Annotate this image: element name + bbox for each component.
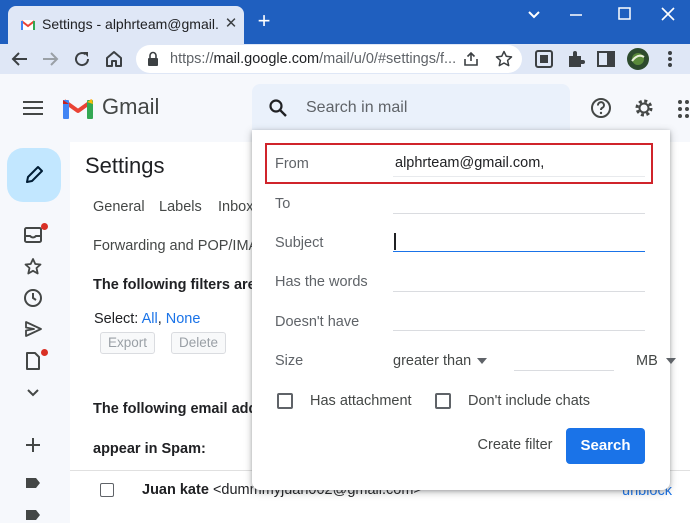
url-scheme: https:// — [170, 51, 214, 67]
dont-include-chats-checkbox[interactable] — [435, 393, 451, 409]
lock-icon[interactable] — [146, 51, 160, 67]
blocked-heading-cont: appear in Spam: — [93, 441, 206, 457]
settings-gear-icon[interactable] — [633, 97, 655, 119]
dont-include-chats-label: Don't include chats — [468, 393, 591, 409]
inbox-unread-dot — [41, 223, 48, 230]
minimize-icon[interactable] — [562, 4, 590, 24]
export-button[interactable]: Export — [100, 332, 156, 354]
side-panel-icon[interactable] — [594, 47, 618, 71]
size-label: Size — [275, 353, 304, 369]
main-menu-icon[interactable] — [22, 98, 44, 118]
page-title: Settings — [85, 153, 165, 178]
search-icon[interactable] — [268, 98, 288, 118]
help-icon[interactable] — [590, 97, 612, 119]
tab-search-chevron-icon[interactable] — [520, 4, 548, 24]
address-bar[interactable]: https://mail.google.com/mail/u/0/#settin… — [136, 45, 522, 73]
home-icon[interactable] — [102, 47, 126, 71]
starred-icon[interactable] — [22, 256, 44, 278]
size-operator-select[interactable]: greater than — [393, 348, 491, 372]
more-chevron-icon[interactable] — [22, 382, 44, 404]
profile-avatar-icon[interactable] — [626, 47, 650, 71]
drafts-dot — [41, 349, 48, 356]
size-unit-value: MB — [636, 353, 658, 369]
text-caret — [394, 233, 396, 250]
url-path: /mail/u/0/#settings/f... — [319, 51, 457, 67]
filters-heading: The following filters are — [93, 277, 256, 293]
to-label: To — [275, 196, 291, 212]
select-label: Select: All, None — [94, 311, 200, 327]
window-close-icon[interactable] — [654, 4, 682, 24]
has-words-label: Has the words — [275, 274, 368, 290]
size-unit-select[interactable]: MB — [636, 348, 676, 372]
gmail-wordmark: Gmail — [102, 94, 160, 119]
blocked-heading: The following email add — [93, 401, 258, 417]
create-filter-button[interactable]: Create filter — [460, 427, 570, 463]
blocked-name: Juan kate — [142, 482, 209, 498]
snoozed-clock-icon[interactable] — [22, 287, 44, 309]
left-nav-rail — [0, 142, 70, 523]
url-text: https://mail.google.com/mail/u/0/#settin… — [170, 51, 456, 67]
extensions-puzzle-icon[interactable] — [564, 47, 588, 71]
search-button[interactable]: Search — [566, 428, 645, 464]
create-label-plus-icon[interactable] — [22, 434, 44, 456]
from-label: From — [275, 156, 309, 172]
new-tab-icon[interactable]: + — [252, 10, 276, 34]
select-separator: , — [157, 311, 162, 327]
unit-dropdown-arrow-icon — [666, 358, 676, 364]
delete-button[interactable]: Delete — [171, 332, 227, 354]
tab-general[interactable]: General — [93, 199, 145, 215]
select-all-link[interactable]: All — [142, 311, 158, 327]
compose-button[interactable] — [7, 148, 61, 202]
tab-forwarding[interactable]: Forwarding and POP/IMA — [93, 238, 258, 254]
select-none-link[interactable]: None — [166, 311, 201, 327]
tab-inbox[interactable]: Inbox — [218, 199, 253, 215]
to-input[interactable] — [393, 192, 645, 214]
tab-title: Settings - alphrteam@gmail.com — [42, 16, 218, 32]
gmail-favicon-icon — [20, 20, 36, 30]
size-value-input[interactable] — [514, 349, 614, 371]
screenshot-extension-icon[interactable] — [532, 47, 556, 71]
subject-input[interactable] — [393, 230, 645, 252]
search-options-panel: From alphrteam@gmail.com, To Subject Has… — [252, 130, 676, 490]
tab-close-icon[interactable]: ✕ — [222, 15, 240, 33]
reload-icon[interactable] — [70, 47, 94, 71]
has-attachment-checkbox[interactable] — [277, 393, 293, 409]
back-icon[interactable] — [8, 47, 32, 71]
browser-toolbar: https://mail.google.com/mail/u/0/#settin… — [0, 44, 690, 74]
browser-titlebar: Settings - alphrteam@gmail.com ✕ + — [0, 0, 690, 44]
share-icon[interactable] — [462, 50, 480, 68]
gmail-logo-icon[interactable] — [62, 96, 94, 120]
search-input[interactable]: Search in mail — [306, 99, 407, 117]
blocked-row-checkbox[interactable] — [100, 483, 114, 497]
browser-menu-icon[interactable] — [658, 47, 682, 71]
mail-search-bar[interactable]: Search in mail — [252, 84, 570, 132]
url-host: mail.google.com — [213, 51, 320, 67]
size-operator-value: greater than — [393, 353, 472, 369]
pencil-icon — [26, 166, 43, 183]
select-label-text: Select: — [94, 311, 139, 327]
bookmark-star-icon[interactable] — [494, 49, 514, 69]
forward-icon[interactable] — [38, 47, 62, 71]
tab-labels[interactable]: Labels — [159, 199, 202, 215]
maximize-icon[interactable] — [610, 4, 638, 24]
label-tag-icon[interactable] — [22, 472, 44, 494]
doesnt-have-label: Doesn't have — [275, 314, 360, 330]
from-input[interactable]: alphrteam@gmail.com, — [393, 155, 645, 177]
apps-grid-icon[interactable] — [676, 99, 690, 119]
browser-tab[interactable]: Settings - alphrteam@gmail.com ✕ — [8, 6, 244, 44]
has-words-input[interactable] — [393, 270, 645, 292]
dropdown-arrow-icon — [477, 358, 487, 364]
has-attachment-label: Has attachment — [310, 393, 412, 409]
subject-label: Subject — [275, 235, 324, 251]
doesnt-have-input[interactable] — [393, 309, 645, 331]
sent-icon[interactable] — [22, 318, 44, 340]
